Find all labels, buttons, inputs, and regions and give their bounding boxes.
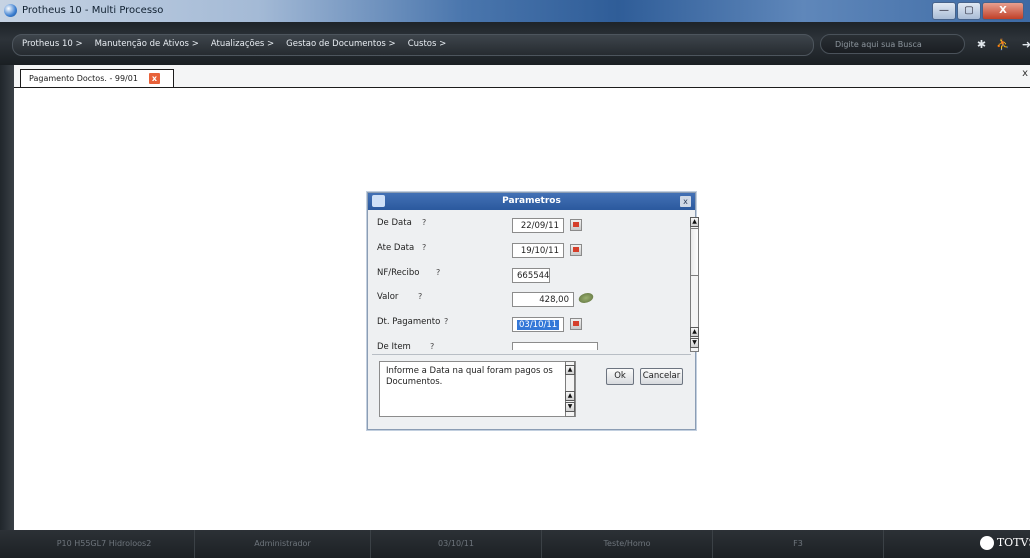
parameters-scrollbar[interactable]: ▲ ▲ ▼ — [690, 217, 699, 352]
nf-recibo-field[interactable]: 665544 — [512, 268, 550, 283]
tab-label: Pagamento Doctos. - 99/01 — [29, 74, 138, 83]
close-button[interactable]: X — [982, 2, 1024, 20]
options-icon[interactable]: ✱ — [975, 38, 988, 51]
left-sidebar-edge — [0, 65, 14, 530]
parametros-dialog: Parametros x De Data ? 22/09/11 Ate Data… — [367, 192, 699, 430]
parameters-list: De Data ? 22/09/11 Ate Data ? 19/10/11 N… — [374, 215, 677, 350]
status-environment: P10 H55GL7 Hidroloos2 — [14, 530, 195, 558]
dt-pagamento-selected-text: 03/10/11 — [517, 320, 560, 330]
de-data-field[interactable]: 22/09/11 — [512, 218, 564, 233]
param-label: Valor — [377, 292, 399, 302]
status-date: 03/10/11 — [371, 530, 542, 558]
minimize-button[interactable]: — — [932, 2, 956, 20]
param-label: De Data — [377, 218, 412, 228]
scroll-up-arrow-icon[interactable]: ▲ — [565, 391, 575, 401]
tab-strip: Pagamento Doctos. - 99/01 x x — [14, 65, 1030, 88]
param-help-mark: ? — [422, 218, 427, 227]
logo-text: TOTVS — [996, 536, 1030, 549]
work-area: Pagamento Doctos. - 99/01 x x Parametros… — [14, 65, 1030, 530]
totvs-logo: TOTVS — [979, 536, 1030, 550]
scroll-up-arrow-icon[interactable]: ▲ — [690, 217, 699, 227]
menu-items: Protheus 10 > Manutenção de Ativos > Atu… — [22, 39, 446, 49]
valor-field[interactable]: 428,00 — [512, 292, 574, 307]
param-label: Dt. Pagamento — [377, 317, 441, 327]
dialog-titlebar: Parametros x — [368, 193, 695, 210]
search-input[interactable]: Digite aqui sua Busca — [820, 34, 965, 54]
param-row-ate-data: Ate Data ? 19/10/11 — [374, 240, 677, 262]
tab-close-icon[interactable]: x — [149, 73, 160, 84]
dialog-close-icon[interactable]: x — [680, 196, 691, 207]
menu-item-atualizacoes[interactable]: Atualizações > — [211, 39, 274, 49]
ok-button[interactable]: Ok — [606, 368, 634, 385]
help-scrollbar[interactable]: ▲ ▲ ▼ — [565, 361, 575, 417]
scroll-up-arrow-icon[interactable]: ▲ — [690, 327, 699, 337]
window-title: Protheus 10 - Multi Processo — [22, 5, 164, 16]
ate-data-field[interactable]: 19/10/11 — [512, 243, 564, 258]
calculator-icon[interactable] — [577, 293, 595, 303]
calendar-icon[interactable] — [570, 219, 582, 231]
status-user: Administrador — [195, 530, 371, 558]
menu-item-manutencao-ativos[interactable]: Manutenção de Ativos > — [95, 39, 199, 49]
window-controls: — ▢ X — [931, 2, 1024, 20]
calendar-icon[interactable] — [570, 244, 582, 256]
param-row-nf-recibo: NF/Recibo ? 665544 — [374, 265, 677, 287]
param-help-mark: ? — [444, 317, 449, 326]
cancel-button[interactable]: Cancelar — [640, 368, 683, 385]
param-help-mark: ? — [430, 342, 435, 350]
param-row-dt-pagamento: Dt. Pagamento ? 03/10/11 — [374, 314, 677, 336]
calendar-icon[interactable] — [570, 318, 582, 330]
panel-close-icon[interactable]: x — [1022, 68, 1028, 79]
param-label: Ate Data — [377, 243, 415, 253]
menu-item-gestao-documentos[interactable]: Gestao de Documentos > — [286, 39, 396, 49]
param-help-mark: ? — [436, 268, 441, 277]
param-help-mark: ? — [422, 243, 427, 252]
app-icon — [4, 4, 17, 17]
tab-pagamento-doctos[interactable]: Pagamento Doctos. - 99/01 x — [20, 69, 174, 87]
dialog-separator — [372, 354, 691, 355]
totvs-logo-mark-icon — [979, 536, 994, 550]
scroll-down-arrow-icon[interactable]: ▼ — [690, 338, 699, 348]
status-company: Teste/Homo — [542, 530, 713, 558]
status-module: F3 — [713, 530, 884, 558]
param-label: De Item — [377, 342, 411, 350]
menu-item-protheus[interactable]: Protheus 10 > — [22, 39, 83, 49]
help-text-box: Informe a Data na qual foram pagos os Do… — [379, 361, 576, 417]
status-bar: P10 H55GL7 Hidroloos2 Administrador 03/1… — [0, 530, 1030, 558]
param-row-valor: Valor ? 428,00 — [374, 289, 677, 311]
dialog-title: Parametros — [502, 196, 561, 206]
scroll-up-arrow-icon[interactable]: ▲ — [565, 365, 575, 375]
dt-pagamento-field[interactable]: 03/10/11 — [512, 317, 564, 332]
window-titlebar: Protheus 10 - Multi Processo — ▢ X — [0, 0, 1030, 22]
param-row-de-data: De Data ? 22/09/11 — [374, 215, 677, 237]
exit-icon[interactable]: ➜ — [1020, 38, 1030, 51]
param-label: NF/Recibo — [377, 268, 420, 278]
param-row-de-item: De Item ? — [374, 339, 677, 350]
scrollbar-thumb[interactable] — [690, 228, 699, 276]
param-help-mark: ? — [418, 292, 423, 301]
scroll-down-arrow-icon[interactable]: ▼ — [565, 402, 575, 412]
maximize-button[interactable]: ▢ — [957, 2, 981, 20]
de-item-field[interactable] — [512, 342, 598, 350]
menu-item-custos[interactable]: Custos > — [408, 39, 447, 49]
user-icon[interactable]: ⛹ — [996, 38, 1010, 51]
